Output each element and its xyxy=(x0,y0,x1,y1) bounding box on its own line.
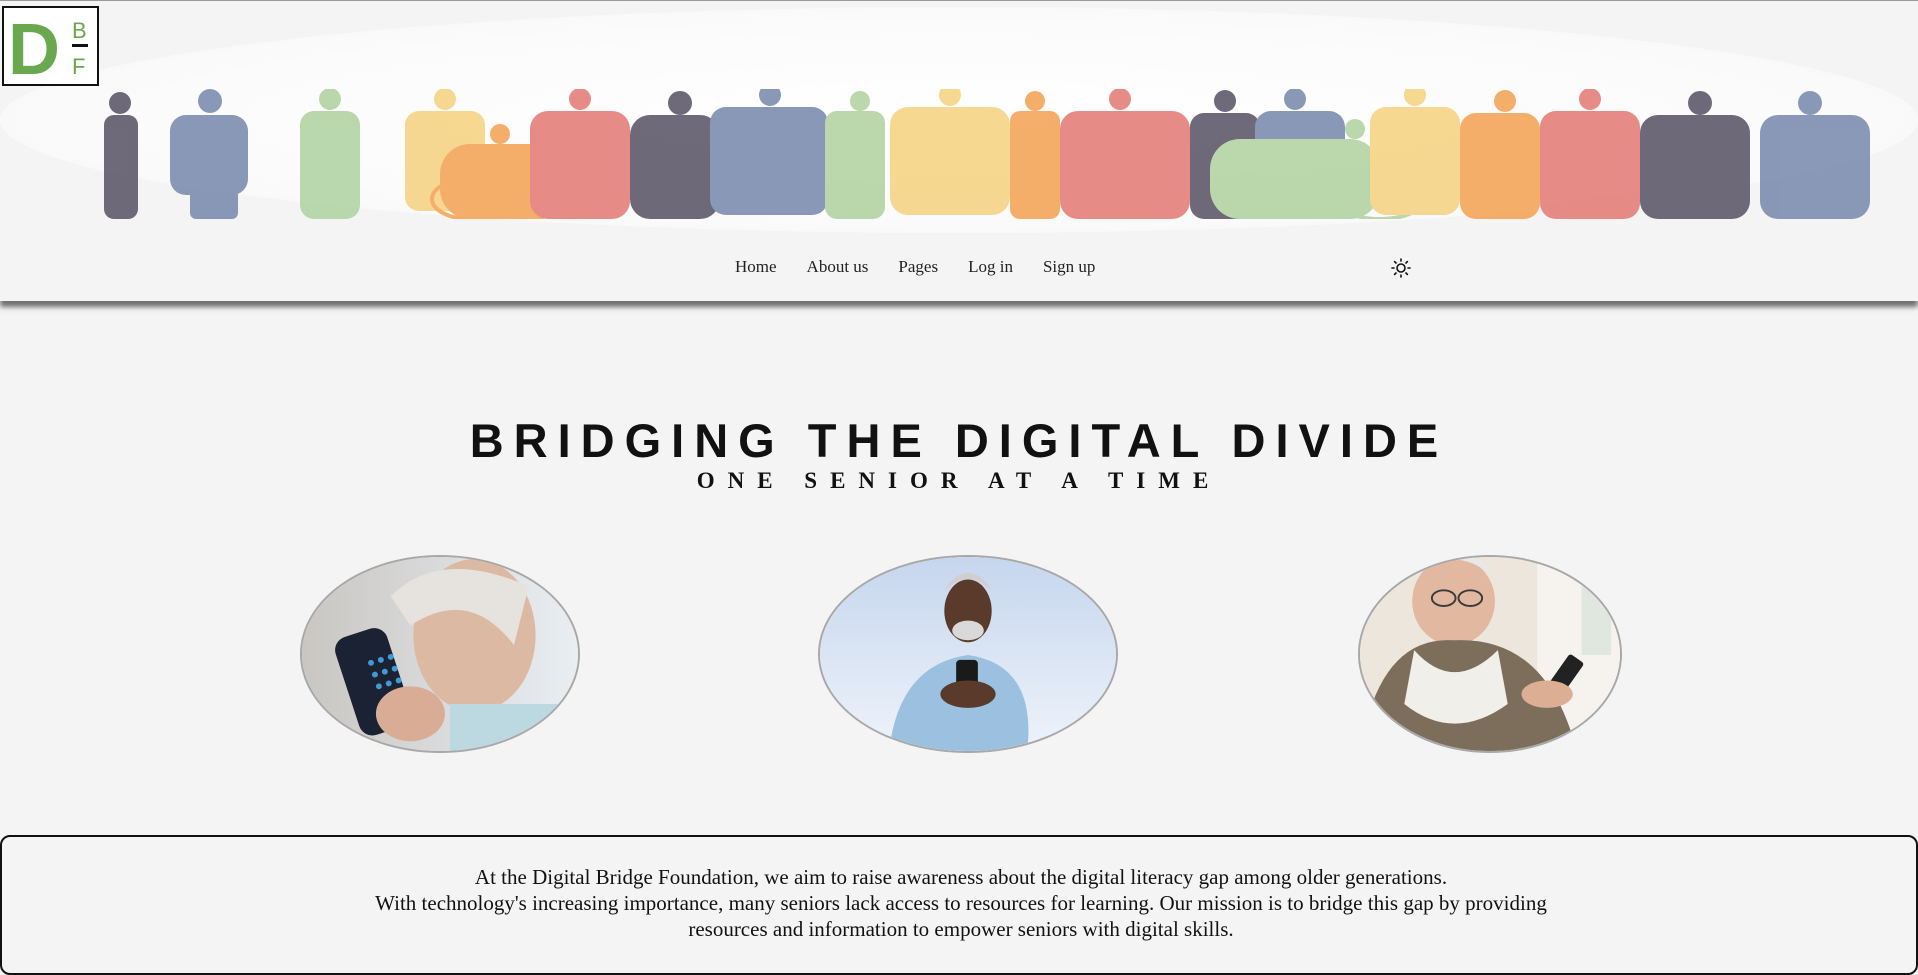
hero-subtitle: ONE SENIOR AT A TIME xyxy=(696,468,1222,493)
site-header: D B F Home About us Pages Log in Sign up xyxy=(0,0,1918,301)
logo-mark: D B F xyxy=(8,10,88,90)
elderly-man-image xyxy=(1360,557,1620,751)
svg-text:F: F xyxy=(72,54,85,79)
nav-pages[interactable]: Pages xyxy=(898,253,938,281)
crowd-illustration xyxy=(104,89,1870,219)
nav-home[interactable]: Home xyxy=(735,253,777,281)
svg-text:B: B xyxy=(72,18,87,43)
svg-text:D: D xyxy=(8,10,60,84)
main-nav: Home About us Pages Log in Sign up xyxy=(0,253,1918,281)
site-logo[interactable]: D B F xyxy=(2,6,99,90)
mission-box: At the Digital Bridge Foundation, we aim… xyxy=(0,835,1918,975)
photo-elderly-man-phone xyxy=(1358,555,1622,753)
nav-log-in[interactable]: Log in xyxy=(968,253,1013,281)
mission-text: At the Digital Bridge Foundation, we aim… xyxy=(2,864,1918,942)
mission-line-3: resources and information to empower sen… xyxy=(688,917,1234,941)
sun-icon xyxy=(1391,258,1411,278)
senior-man-image xyxy=(820,557,1116,751)
senior-woman-image xyxy=(302,557,578,751)
theme-toggle-button[interactable] xyxy=(1390,257,1412,279)
hero-title: BRIDGING THE DIGITAL DIVIDE xyxy=(469,414,1449,467)
photo-senior-woman-phone xyxy=(300,555,580,753)
photo-senior-man-smartphone xyxy=(818,555,1118,753)
nav-about-us[interactable]: About us xyxy=(807,253,869,281)
nav-links: Home About us Pages Log in Sign up xyxy=(735,253,1125,281)
nav-sign-up[interactable]: Sign up xyxy=(1043,253,1095,281)
mission-line-2: With technology's increasing importance,… xyxy=(375,891,1547,915)
mission-line-1: At the Digital Bridge Foundation, we aim… xyxy=(474,865,1448,889)
